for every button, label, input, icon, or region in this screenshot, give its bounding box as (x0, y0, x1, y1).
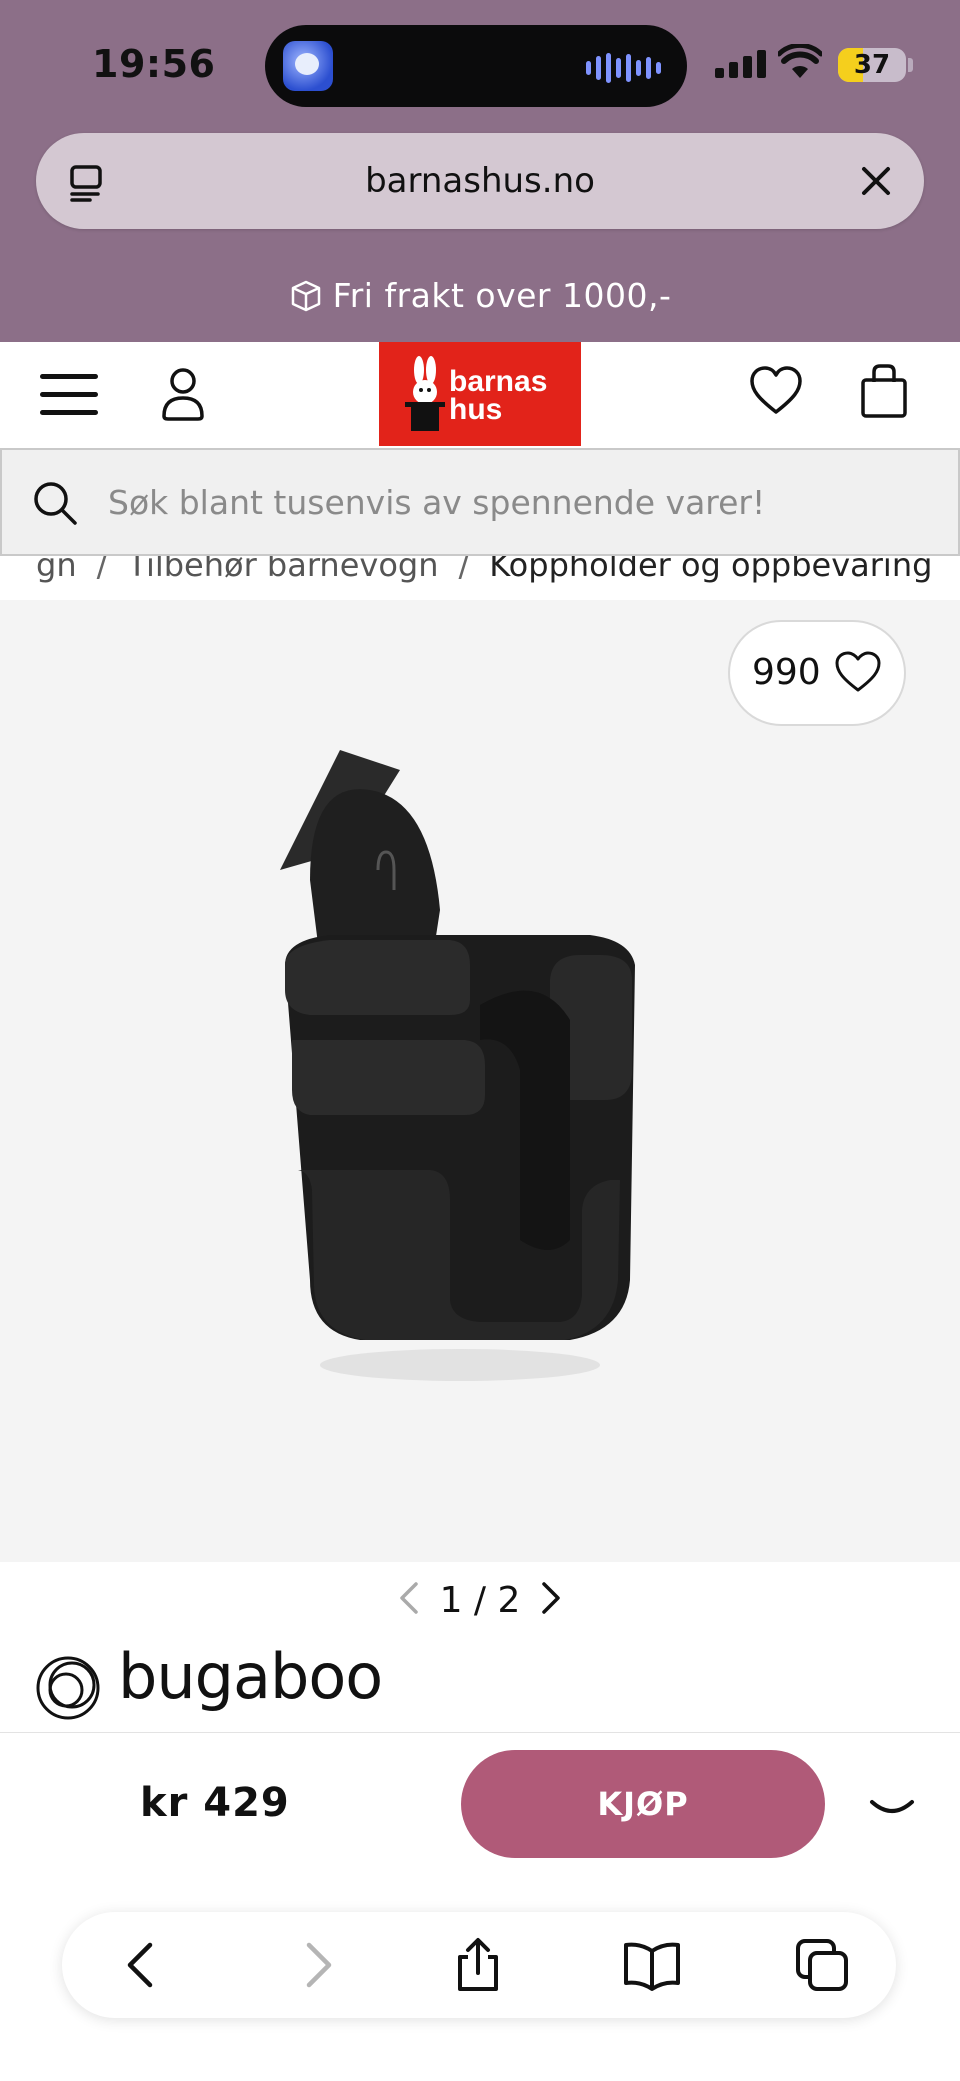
breadcrumb-item[interactable]: gn (36, 556, 77, 584)
address-bar[interactable]: barnashus.no (36, 133, 924, 229)
chevron-down-icon[interactable] (868, 1796, 916, 1820)
menu-icon[interactable] (40, 372, 98, 418)
battery-icon: 37 (838, 48, 906, 82)
site-logo[interactable]: barnas hus (379, 342, 581, 446)
chevron-right-icon[interactable] (540, 1580, 564, 1616)
divider (0, 1732, 960, 1733)
brand-name: bugaboo (118, 1640, 383, 1713)
browser-top-region: 19:56 37 barnashus.no Fri frakt over 100… (0, 0, 960, 342)
pager-separator: / (473, 1580, 487, 1621)
product-price: kr 429 (140, 1780, 290, 1826)
forward-icon[interactable] (287, 1935, 347, 1995)
pager-total: 2 (497, 1580, 521, 1621)
audio-wave-icon (586, 53, 661, 83)
user-icon[interactable] (160, 364, 206, 424)
promo-text: Fri frakt over 1000,- (332, 276, 672, 315)
pager-current: 1 (439, 1580, 463, 1621)
breadcrumb-item[interactable]: Tilbehør barnevogn (127, 556, 438, 584)
heart-icon[interactable] (748, 364, 804, 420)
product-gallery[interactable]: 990 (0, 600, 960, 1562)
back-icon[interactable] (112, 1935, 172, 1995)
chevron-left-icon[interactable] (396, 1580, 420, 1616)
browser-toolbar (62, 1912, 896, 2018)
wifi-icon (778, 44, 822, 78)
cellular-signal-icon (715, 50, 766, 78)
breadcrumb-separator: / (96, 556, 108, 584)
product-image[interactable] (270, 740, 650, 1400)
bugaboo-rings-icon (36, 1656, 100, 1720)
wishlist-count: 990 (752, 652, 821, 693)
bag-icon[interactable] (858, 362, 910, 422)
logo-text: barnas hus (449, 365, 548, 426)
logo-line-2: hus (449, 393, 503, 426)
search-icon[interactable] (32, 480, 78, 526)
wishlist-button[interactable]: 990 (728, 620, 906, 726)
moon-app-icon (283, 41, 333, 91)
url-text[interactable]: barnashus.no (36, 133, 924, 229)
tabs-icon[interactable] (792, 1935, 852, 1995)
share-icon[interactable] (448, 1935, 508, 1995)
bunny-hat-logo-icon (405, 356, 445, 431)
breadcrumb-separator: / (458, 556, 470, 584)
box-icon (291, 280, 320, 312)
logo-line-1: barnas (449, 365, 548, 398)
breadcrumb-current: Koppholder og oppbevaring (489, 556, 933, 584)
breadcrumb: gn / Tilbehør barnevogn / Koppholder og oppb… (0, 556, 960, 600)
shipping-promo: Fri frakt over 1000,- (0, 276, 960, 315)
dynamic-island[interactable] (265, 25, 687, 107)
image-pager: 1 / 2 (0, 1580, 960, 1621)
bookmarks-icon[interactable] (622, 1935, 682, 1995)
close-icon[interactable] (850, 155, 902, 207)
status-time: 19:56 (92, 42, 216, 86)
buy-button[interactable]: KJØP (461, 1750, 825, 1858)
battery-level: 37 (853, 50, 891, 80)
search-input[interactable] (108, 450, 928, 554)
heart-icon (835, 651, 881, 692)
brand-logo[interactable]: bugaboo (34, 1640, 383, 1726)
search-bar[interactable] (0, 448, 960, 556)
